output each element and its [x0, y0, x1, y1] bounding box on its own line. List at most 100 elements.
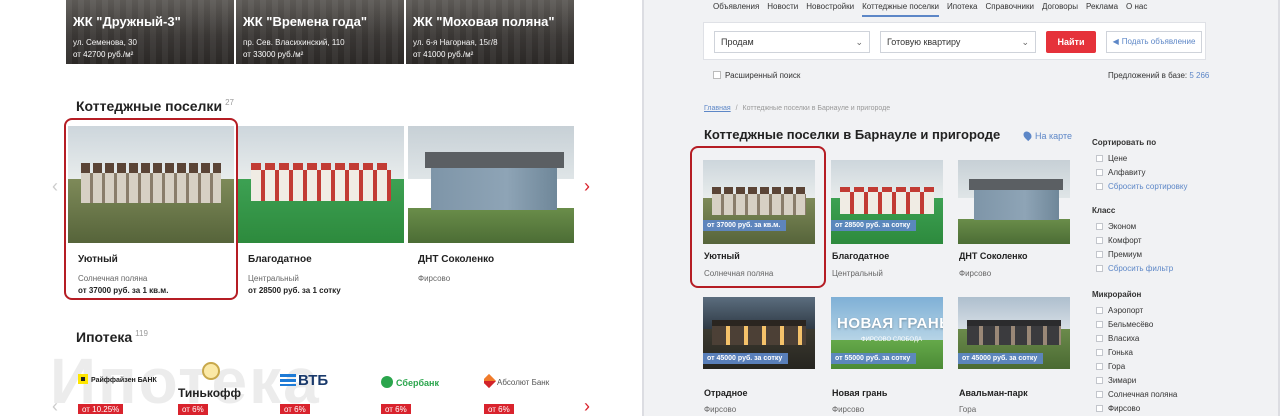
nav-item-advertising[interactable]: Реклама: [1086, 2, 1118, 11]
nav-item-about[interactable]: О нас: [1126, 2, 1147, 11]
advanced-search-toggle[interactable]: Расширенный поиск: [713, 71, 800, 80]
district-checkbox[interactable]: [1096, 405, 1103, 412]
catalog-card-sokolenko[interactable]: ДНТ Соколенко Фирсово: [958, 160, 1070, 284]
bank-raiffeisen[interactable]: Райффайзен БАНК от 10.25%: [78, 368, 158, 414]
carousel-prev-icon[interactable]: ‹: [52, 176, 58, 197]
district-option[interactable]: Власиха: [1096, 334, 1139, 343]
class-checkbox[interactable]: [1096, 251, 1103, 258]
reset-checkbox[interactable]: [1096, 183, 1103, 190]
cottage-title: Благодатное: [832, 251, 890, 261]
district-checkbox[interactable]: [1096, 335, 1103, 342]
nav-item-mortgage[interactable]: Ипотека: [947, 2, 978, 11]
breadcrumb-home-link[interactable]: Главная: [704, 105, 731, 112]
sort-option-alphabet[interactable]: Алфавиту: [1096, 168, 1146, 177]
cottage-location: Фирсово: [704, 405, 737, 414]
cottage-photo: НОВАЯ ГРАНЬ ФИРСОВО СЛОБОДА от 55000 руб…: [831, 297, 943, 369]
bank-tinkoff[interactable]: Тинькофф от 6%: [178, 362, 258, 415]
cottage-title: Новая грань: [832, 388, 888, 398]
district-option[interactable]: Аэропорт: [1096, 306, 1143, 315]
class-checkbox[interactable]: [1096, 223, 1103, 230]
cottage-title: Уютный: [704, 251, 740, 261]
district-option[interactable]: Солнечная поляна: [1096, 390, 1177, 399]
class-option-econom[interactable]: Эконом: [1096, 222, 1136, 231]
cottage-title: Благодатное: [248, 254, 312, 265]
screenshot-root: ЖК "Дружный-3" ул. Семенова, 30 от 42700…: [0, 0, 1280, 416]
cottage-photo: от 28500 руб. за сотку: [831, 160, 943, 244]
sort-checkbox[interactable]: [1096, 155, 1103, 162]
district-checkbox[interactable]: [1096, 363, 1103, 370]
cottage-photo: [958, 160, 1070, 244]
nav-item-news[interactable]: Новости: [767, 2, 798, 11]
cottage-title: ДНТ Соколенко: [959, 251, 1028, 261]
reset-checkbox[interactable]: [1096, 265, 1103, 272]
top-navigation: Объявления Новости Новостройки Коттеджны…: [713, 2, 1147, 17]
map-link-label: На карте: [1035, 131, 1072, 141]
cottage-price: от 28500 руб. за 1 сотку: [248, 286, 341, 295]
catalog-card-uyutny[interactable]: от 37000 руб. за кв.м. Уютный Солнечная …: [703, 160, 815, 284]
property-type-select[interactable]: Готовую квартиру ⌄: [880, 31, 1036, 53]
carousel-next-icon[interactable]: ›: [584, 176, 590, 197]
nav-item-cottages[interactable]: Коттеджные поселки: [862, 2, 939, 17]
jk-card-address: ул. 6-я Нагорная, 15г/8: [413, 38, 498, 47]
jk-card-address: ул. Семенова, 30: [73, 38, 137, 47]
find-button[interactable]: Найти: [1046, 31, 1096, 53]
class-reset-link[interactable]: Сбросить фильтр: [1096, 264, 1173, 273]
district-option[interactable]: Бельмесёво: [1096, 320, 1153, 329]
sort-option-price[interactable]: Цене: [1096, 154, 1127, 163]
mortgage-title-text: Ипотека: [76, 329, 133, 345]
cottage-card-sokolenko[interactable]: ДНТ Соколенко Фирсово: [408, 126, 574, 296]
absolut-logo-icon: [484, 373, 497, 389]
class-option-premium[interactable]: Премиум: [1096, 250, 1142, 259]
district-checkbox[interactable]: [1096, 391, 1103, 398]
post-ad-button[interactable]: ◀ Подать объявление: [1106, 31, 1202, 53]
advanced-search-checkbox[interactable]: [713, 71, 721, 79]
catalog-card-otradnoe[interactable]: от 45000 руб. за сотку Отрадное Фирсово: [703, 297, 815, 416]
jk-card-mokhovaya[interactable]: ЖК "Моховая поляна" ул. 6-я Нагорная, 15…: [406, 0, 574, 64]
jk-card-druzhny[interactable]: ЖК "Дружный-3" ул. Семенова, 30 от 42700…: [66, 0, 234, 64]
cottage-location: Фирсово: [832, 405, 865, 414]
district-option[interactable]: Зимари: [1096, 376, 1136, 385]
bank-sberbank[interactable]: Сбербанк от 6%: [381, 368, 461, 414]
cottage-location: Центральный: [832, 269, 883, 278]
cottage-photo: [238, 126, 404, 243]
jk-card-vremena-goda[interactable]: ЖК "Времена года" пр. Сев. Власихинский,…: [236, 0, 404, 64]
district-option[interactable]: Гонька: [1096, 348, 1133, 357]
bank-absolut[interactable]: Абсолют Банк от 6%: [484, 368, 564, 414]
novaya-gran-logo: НОВАЯ ГРАНЬ: [837, 315, 943, 332]
cottage-card-blagodatnoe[interactable]: Благодатное Центральный от 28500 руб. за…: [238, 126, 404, 296]
jk-card-price: от 41000 руб./м²: [413, 50, 474, 59]
catalog-card-blagodatnoe[interactable]: от 28500 руб. за сотку Благодатное Центр…: [831, 160, 943, 284]
banks-prev-icon[interactable]: ‹: [52, 396, 58, 416]
district-checkbox[interactable]: [1096, 321, 1103, 328]
cottage-photo: от 37000 руб. за кв.м.: [703, 160, 815, 244]
price-badge: от 45000 руб. за сотку: [958, 353, 1044, 364]
nav-item-ads[interactable]: Объявления: [713, 2, 759, 11]
cottage-title: Уютный: [78, 254, 118, 265]
megaphone-icon: ◀: [1112, 37, 1119, 46]
district-checkbox[interactable]: [1096, 377, 1103, 384]
advanced-search-label: Расширенный поиск: [725, 71, 801, 80]
banks-next-icon[interactable]: ›: [584, 396, 590, 416]
chevron-down-icon: ⌄: [855, 37, 863, 47]
bank-logo: ВТБ: [280, 372, 328, 389]
catalog-card-avalman[interactable]: от 45000 руб. за сотку Авальман-парк Гор…: [958, 297, 1070, 416]
class-option-comfort[interactable]: Комфорт: [1096, 236, 1142, 245]
nav-item-contracts[interactable]: Договоры: [1042, 2, 1078, 11]
district-option[interactable]: Гора: [1096, 362, 1125, 371]
district-option[interactable]: Фирсово: [1096, 404, 1140, 413]
cottage-photo: от 45000 руб. за сотку: [958, 297, 1070, 369]
district-checkbox[interactable]: [1096, 307, 1103, 314]
bank-vtb[interactable]: ВТБ от 6%: [280, 368, 350, 414]
nav-item-directories[interactable]: Справочники: [986, 2, 1034, 11]
district-checkbox[interactable]: [1096, 349, 1103, 356]
catalog-card-novaya-gran[interactable]: НОВАЯ ГРАНЬ ФИРСОВО СЛОБОДА от 55000 руб…: [831, 297, 943, 416]
class-checkbox[interactable]: [1096, 237, 1103, 244]
cottage-card-uyutny[interactable]: Уютный Солнечная поляна от 37000 руб. за…: [68, 126, 234, 296]
sort-reset-link[interactable]: Сбросить сортировку: [1096, 182, 1187, 191]
mortgage-count: 119: [135, 329, 148, 338]
nav-item-new-buildings[interactable]: Новостройки: [806, 2, 854, 11]
deal-type-select[interactable]: Продам ⌄: [714, 31, 870, 53]
map-link[interactable]: На карте: [1021, 129, 1072, 142]
bank-rate: от 6%: [381, 404, 411, 414]
sort-checkbox[interactable]: [1096, 169, 1103, 176]
